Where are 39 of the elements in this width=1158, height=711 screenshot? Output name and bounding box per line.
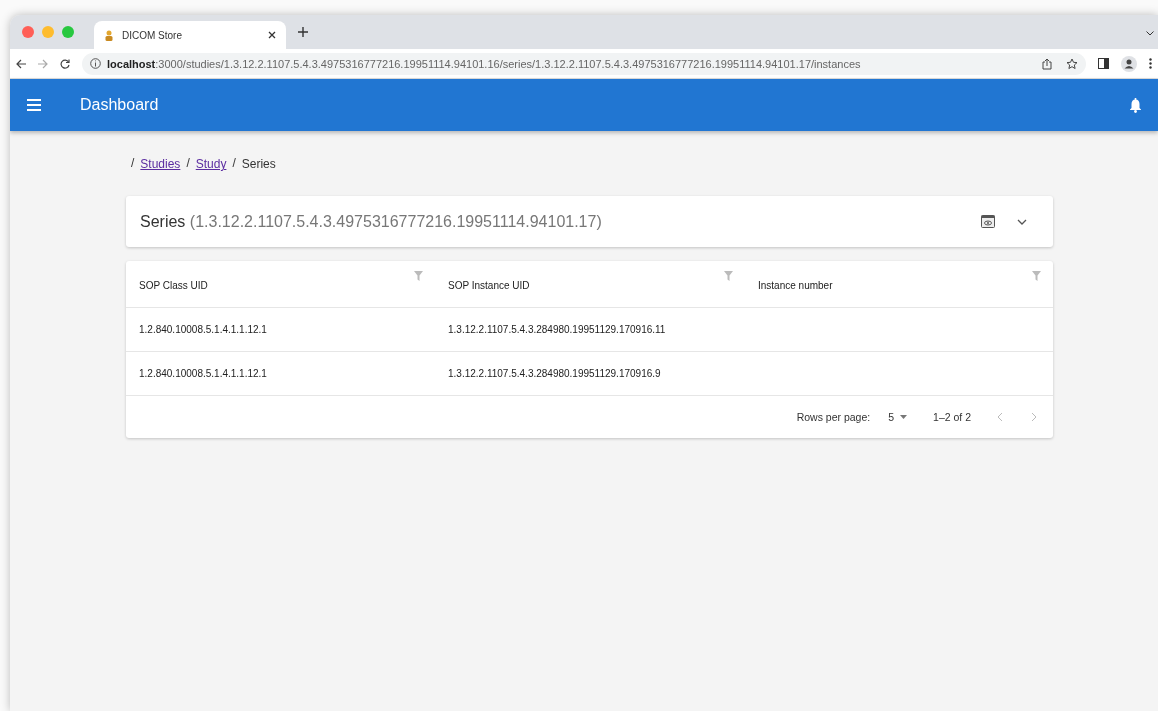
series-title: Series (1.3.12.2.1107.5.4.3.4975316777216.19951114.94101.17) [140, 212, 603, 231]
url-text: localhost:3000/studies/1.3.12.2.1107.5.4.3.4975316777216.19951114.94101.16/series/1.3.12.2.1107.5.4.3.4975316777216.19951114.94101.17/instances [107, 57, 862, 70]
breadcrumb-link[interactable]: Study [195, 157, 227, 171]
breadcrumb-separator: / [131, 157, 135, 171]
star-icon[interactable] [1066, 57, 1078, 70]
viewer-button[interactable] [981, 215, 995, 228]
breadcrumb-link[interactable]: Studies [140, 157, 181, 171]
page-range: 1–2 of 2 [933, 411, 971, 423]
reload-icon[interactable] [60, 58, 70, 69]
chevron-down-icon[interactable] [1146, 31, 1154, 36]
column-title: SOP Instance UID [448, 279, 530, 291]
app-title: Dashboard [80, 96, 160, 114]
back-icon[interactable] [16, 58, 26, 69]
bell-icon[interactable] [1129, 97, 1142, 113]
column-title: SOP Class UID [139, 279, 208, 291]
close-tab-icon[interactable] [268, 31, 276, 39]
rows-per-page-label: Rows per page: [796, 411, 871, 423]
rows-per-page-select[interactable]: 5 [888, 411, 908, 423]
breadcrumb-separator: / [232, 157, 236, 171]
breadcrumb-current: Series [241, 157, 276, 171]
table-cell: 1.2.840.10008.5.1.4.1.1.12.1 [139, 324, 267, 335]
info-icon [90, 58, 101, 69]
breadcrumb-separator: / [186, 157, 190, 171]
profile-icon[interactable] [1121, 55, 1137, 72]
favicon-icon [104, 29, 114, 41]
new-tab-icon[interactable] [298, 27, 308, 37]
caret-icon [900, 415, 908, 419]
table-cell: 1.3.12.2.1107.5.4.3.284980.19951129.170916.9 [448, 368, 661, 379]
address-bar[interactable]: localhost:3000/studies/1.3.12.2.1107.5.4.3.4975316777216.19951114.94101.16/series/1.3.12.2.1107.5.4.3.4975316777216.19951114.94101.17/instances [82, 52, 1086, 75]
tab-title: DICOM Store [122, 29, 183, 41]
share-icon[interactable] [1042, 57, 1052, 70]
menu-icon[interactable] [26, 99, 42, 111]
browser-tab[interactable]: DICOM Store [94, 21, 286, 49]
column-title: Instance number [758, 279, 833, 291]
expand-button[interactable] [1017, 218, 1027, 225]
sidebar-icon[interactable] [1098, 58, 1109, 69]
more-icon[interactable] [1149, 58, 1152, 69]
table-cell: 1.3.12.2.1107.5.4.3.284980.19951129.170916.11 [448, 324, 666, 335]
table-cell: 1.2.840.10008.5.1.4.1.1.12.1 [139, 368, 267, 379]
